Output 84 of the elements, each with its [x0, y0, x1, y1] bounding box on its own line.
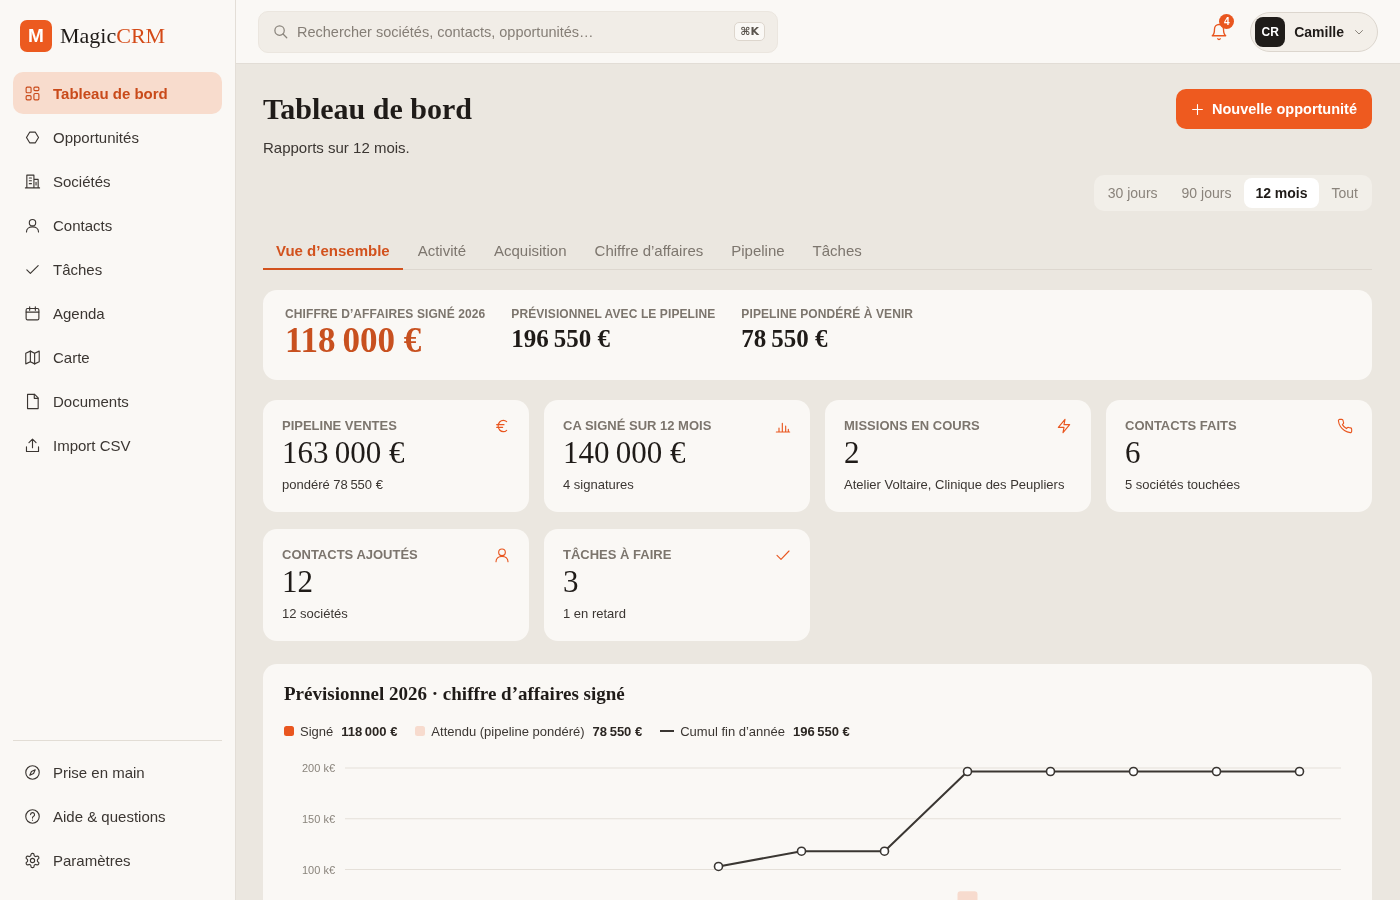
phone-icon: [1337, 418, 1353, 434]
legend-value: 118 000 €: [341, 723, 398, 739]
nav-item[interactable]: Documents: [13, 380, 222, 422]
building-icon: [24, 172, 41, 190]
stat-label: CHIFFRE D’AFFAIRES SIGNÉ 2026: [285, 306, 486, 322]
tab[interactable]: Pipeline: [718, 232, 798, 270]
data-point: [1128, 766, 1139, 777]
chart-title: Prévisionnel 2026 · chiffre d’affaires signé: [284, 682, 626, 706]
chart-bar: [957, 891, 978, 900]
stat-value: 78 550 €: [741, 324, 829, 354]
dashboard-icon: [24, 84, 41, 102]
upload-icon: [24, 436, 41, 454]
kpi-value: 2: [844, 436, 861, 470]
data-point: [1294, 766, 1305, 777]
axis-label: 100 k€: [301, 863, 335, 876]
nav-item[interactable]: Import CSV: [13, 424, 222, 466]
kpi-value: 163 000 €: [282, 436, 406, 470]
person-icon: [24, 216, 41, 234]
kpi-label: CONTACTS FAITS: [1125, 418, 1237, 434]
help-icon: [24, 807, 41, 825]
kpi-label: PIPELINE VENTES: [282, 418, 397, 434]
axis-label: 150 k€: [301, 812, 335, 825]
tab[interactable]: Tâches: [799, 232, 875, 270]
stat-label: PIPELINE PONDÉRÉ À VENIR: [741, 306, 914, 322]
kpi-label: CA SIGNÉ SUR 12 MOIS: [563, 418, 712, 434]
avatar-initials: CR: [1255, 16, 1286, 47]
kpi-value: 140 000 €: [563, 436, 687, 470]
tab[interactable]: Activité: [404, 232, 479, 270]
kpi-note: 5 sociétés touchées: [1125, 476, 1241, 494]
kpi-label: TÂCHES À FAIRE: [563, 547, 672, 563]
page-title: Tableau de bord: [263, 91, 472, 127]
data-point: [1211, 766, 1222, 777]
axis-label: 200 k€: [301, 762, 335, 774]
nav-item[interactable]: Tableau de bord: [13, 72, 222, 114]
euro-icon: [494, 418, 510, 434]
logo-mark: M: [20, 20, 52, 52]
calendar-icon: [24, 304, 41, 322]
stat-value: 196 550 €: [511, 324, 612, 354]
kpi-note: Atelier Voltaire, Clinique des Peupliers: [844, 476, 1066, 494]
user-menu-button[interactable]: CR Camille: [1250, 11, 1378, 52]
nav-item[interactable]: Opportunités: [13, 116, 222, 158]
kpi-label: MISSIONS EN COURS: [844, 418, 980, 434]
period-option[interactable]: 12 mois: [1244, 178, 1319, 208]
nav-item[interactable]: Aide & questions: [13, 795, 222, 837]
notification-count: 4: [1219, 13, 1235, 29]
data-point: [879, 846, 890, 857]
app-name: MagicCRM: [60, 23, 166, 49]
kpi-label: CONTACTS AJOUTÉS: [282, 547, 418, 563]
map-icon: [24, 348, 41, 366]
stat-label: PRÉVISIONNEL AVEC LE PIPELINE: [511, 306, 716, 322]
kpi-note: 1 en retard: [563, 605, 627, 623]
kpi-value: 6: [1125, 436, 1142, 470]
nav-item[interactable]: Paramètres: [13, 839, 222, 881]
data-point: [962, 766, 973, 777]
tab[interactable]: Acquisition: [481, 232, 580, 270]
nav-item[interactable]: Contacts: [13, 204, 222, 246]
nav-item[interactable]: Tâches: [13, 248, 222, 290]
nav-item[interactable]: Prise en main: [13, 751, 222, 793]
legend-label: Attendu (pipeline pondéré): [431, 723, 585, 739]
nav-item[interactable]: Carte: [13, 336, 222, 378]
settings-icon: [24, 851, 41, 869]
data-point: [713, 861, 724, 872]
data-point: [1045, 766, 1056, 777]
legend-label: Signé: [300, 723, 334, 739]
kpi-note: pondéré 78 550 €: [282, 476, 384, 494]
search-icon: [273, 23, 288, 39]
stat-value: 118 000 €: [285, 322, 423, 360]
document-icon: [24, 392, 41, 410]
data-point: [796, 846, 807, 857]
compass-icon: [24, 763, 41, 781]
person-icon: [494, 547, 510, 563]
kpi-value: 12: [282, 565, 314, 599]
nav-item[interactable]: Agenda: [13, 292, 222, 334]
kpi-note: 4 signatures: [563, 476, 635, 494]
legend-value: 196 550 €: [793, 723, 850, 739]
kpi-note: 12 sociétés: [282, 605, 349, 623]
lightning-icon: [1056, 418, 1072, 434]
tab[interactable]: Chiffre d’affaires: [581, 232, 717, 270]
legend-label: Cumul fin d’année: [680, 723, 785, 739]
nav-item[interactable]: Sociétés: [13, 160, 222, 202]
plus-icon: [1191, 102, 1204, 116]
page-subtitle: Rapports sur 12 mois.: [263, 138, 410, 158]
kpi-value: 3: [563, 565, 580, 599]
legend-value: 78 550 €: [592, 723, 643, 739]
